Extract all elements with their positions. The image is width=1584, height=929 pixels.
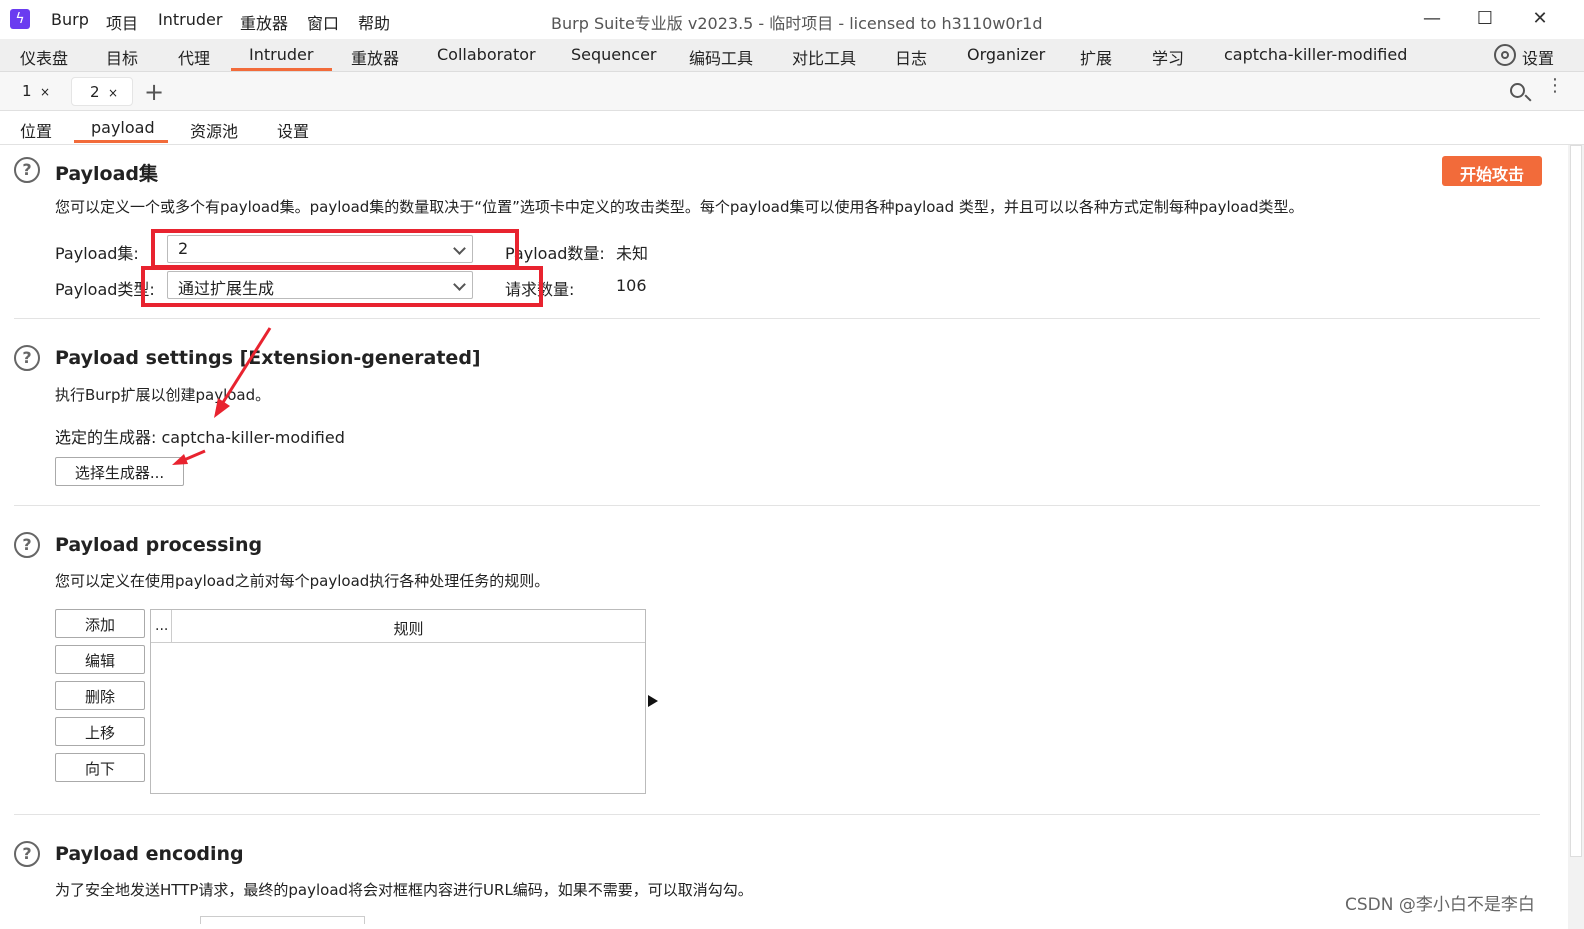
- tab-positions[interactable]: 位置: [20, 118, 52, 142]
- section-title-payload-sets: Payload集: [55, 163, 159, 185]
- menu-project[interactable]: 项目: [106, 10, 138, 34]
- section-divider: [14, 318, 1540, 319]
- close-icon[interactable]: ✕: [1525, 6, 1555, 32]
- payload-processing-description: 您可以定义在使用payload之前对每个payload执行各种处理任务的规则。: [55, 572, 550, 590]
- expand-arrow-icon[interactable]: [648, 695, 658, 707]
- tab-proxy[interactable]: 代理: [178, 45, 210, 69]
- active-tab-indicator: [231, 68, 332, 71]
- section-divider: [14, 505, 1540, 506]
- move-down-button[interactable]: 向下: [55, 753, 145, 782]
- minimize-icon[interactable]: —: [1417, 6, 1447, 32]
- annotation-box-payload-type: [141, 266, 543, 307]
- payload-sets-description: 您可以定义一个或多个有payload集。payload集的数量取决于“位置”选项…: [55, 198, 1304, 216]
- menu-burp[interactable]: Burp: [51, 10, 89, 29]
- active-subtab-indicator: [74, 140, 168, 143]
- help-icon[interactable]: ?: [14, 532, 40, 558]
- search-icon[interactable]: [1510, 83, 1525, 98]
- attack-tab-bar: [0, 72, 1584, 111]
- close-tab-icon[interactable]: ×: [40, 85, 50, 99]
- tab-logger[interactable]: 日志: [895, 45, 927, 69]
- tab-comparer[interactable]: 对比工具: [792, 45, 856, 69]
- scrollbar-thumb[interactable]: [1570, 145, 1582, 857]
- title-bar: ϟ Burp 项目 Intruder 重放器 窗口 帮助 Burp Suite专…: [0, 0, 1584, 39]
- window-title: Burp Suite专业版 v2023.5 - 临时项目 - licensed …: [551, 14, 1043, 33]
- tab-organizer[interactable]: Organizer: [967, 45, 1045, 64]
- edit-rule-button[interactable]: 编辑: [55, 645, 145, 674]
- tab-extensions[interactable]: 扩展: [1080, 45, 1112, 69]
- section-title-payload-settings: Payload settings [Extension-generated]: [55, 347, 481, 369]
- maximize-icon[interactable]: ☐: [1470, 6, 1500, 32]
- annotation-box-payload-set: [151, 229, 519, 269]
- gear-icon[interactable]: [1494, 44, 1516, 66]
- section-title-payload-processing: Payload processing: [55, 534, 263, 556]
- payload-encoding-description: 为了安全地发送HTTP请求，最终的payload将会对框框内容进行URL编码，如…: [55, 881, 753, 899]
- section-divider: [14, 814, 1540, 815]
- attack-tab-label: 1: [22, 82, 32, 100]
- column-header-index[interactable]: ...: [151, 610, 172, 643]
- settings-label[interactable]: 设置: [1522, 45, 1554, 69]
- tab-payloads[interactable]: payload: [91, 118, 155, 137]
- add-rule-button[interactable]: 添加: [55, 609, 145, 638]
- close-tab-icon[interactable]: ×: [108, 86, 118, 100]
- menu-repeater[interactable]: 重放器: [240, 10, 288, 34]
- tab-decoder[interactable]: 编码工具: [689, 45, 753, 69]
- tab-settings[interactable]: 设置: [277, 118, 309, 142]
- payload-type-label: Payload类型:: [55, 280, 155, 299]
- payload-count-label: Payload数量:: [505, 244, 605, 263]
- rules-table-header: ... 规则: [151, 610, 645, 643]
- tab-learn[interactable]: 学习: [1152, 45, 1184, 69]
- menu-window[interactable]: 窗口: [307, 10, 339, 34]
- more-options-icon[interactable]: ⋮: [1546, 77, 1564, 95]
- help-icon[interactable]: ?: [14, 841, 40, 867]
- payload-count-value: 未知: [616, 244, 649, 263]
- attack-tab-label: 2: [90, 83, 100, 101]
- payload-settings-description: 执行Burp扩展以创建payload。: [55, 386, 271, 404]
- encoding-field-edge: [200, 916, 365, 924]
- menu-intruder[interactable]: Intruder: [158, 10, 222, 29]
- watermark: CSDN @李小白不是李白: [1345, 895, 1535, 915]
- selected-generator-label: 选定的生成器: captcha-killer-modified: [55, 428, 345, 447]
- request-count-value: 106: [616, 276, 647, 295]
- menu-help[interactable]: 帮助: [358, 10, 390, 34]
- select-generator-button[interactable]: 选择生成器...: [55, 457, 184, 486]
- tab-target[interactable]: 目标: [106, 45, 138, 69]
- tab-repeater[interactable]: 重放器: [351, 45, 399, 69]
- help-icon[interactable]: ?: [14, 157, 40, 183]
- rules-table[interactable]: ... 规则: [150, 609, 646, 794]
- tab-intruder[interactable]: Intruder: [249, 45, 313, 64]
- attack-tab-2[interactable]: 2 ×: [71, 77, 133, 106]
- attack-tab-1[interactable]: 1 ×: [4, 77, 66, 106]
- burp-logo-icon: ϟ: [10, 9, 30, 29]
- remove-rule-button[interactable]: 删除: [55, 681, 145, 710]
- payload-set-label: Payload集:: [55, 244, 139, 263]
- help-icon[interactable]: ?: [14, 345, 40, 371]
- tab-sequencer[interactable]: Sequencer: [571, 45, 657, 64]
- add-tab-icon[interactable]: +: [144, 78, 164, 106]
- tab-captcha-killer[interactable]: captcha-killer-modified: [1224, 45, 1407, 64]
- column-header-rule[interactable]: 规则: [172, 618, 645, 639]
- section-title-payload-encoding: Payload encoding: [55, 843, 244, 865]
- start-attack-button[interactable]: 开始攻击: [1442, 156, 1542, 186]
- tab-resource-pool[interactable]: 资源池: [190, 118, 238, 142]
- tab-dashboard[interactable]: 仪表盘: [20, 45, 68, 69]
- move-up-button[interactable]: 上移: [55, 717, 145, 746]
- tab-collaborator[interactable]: Collaborator: [437, 45, 536, 64]
